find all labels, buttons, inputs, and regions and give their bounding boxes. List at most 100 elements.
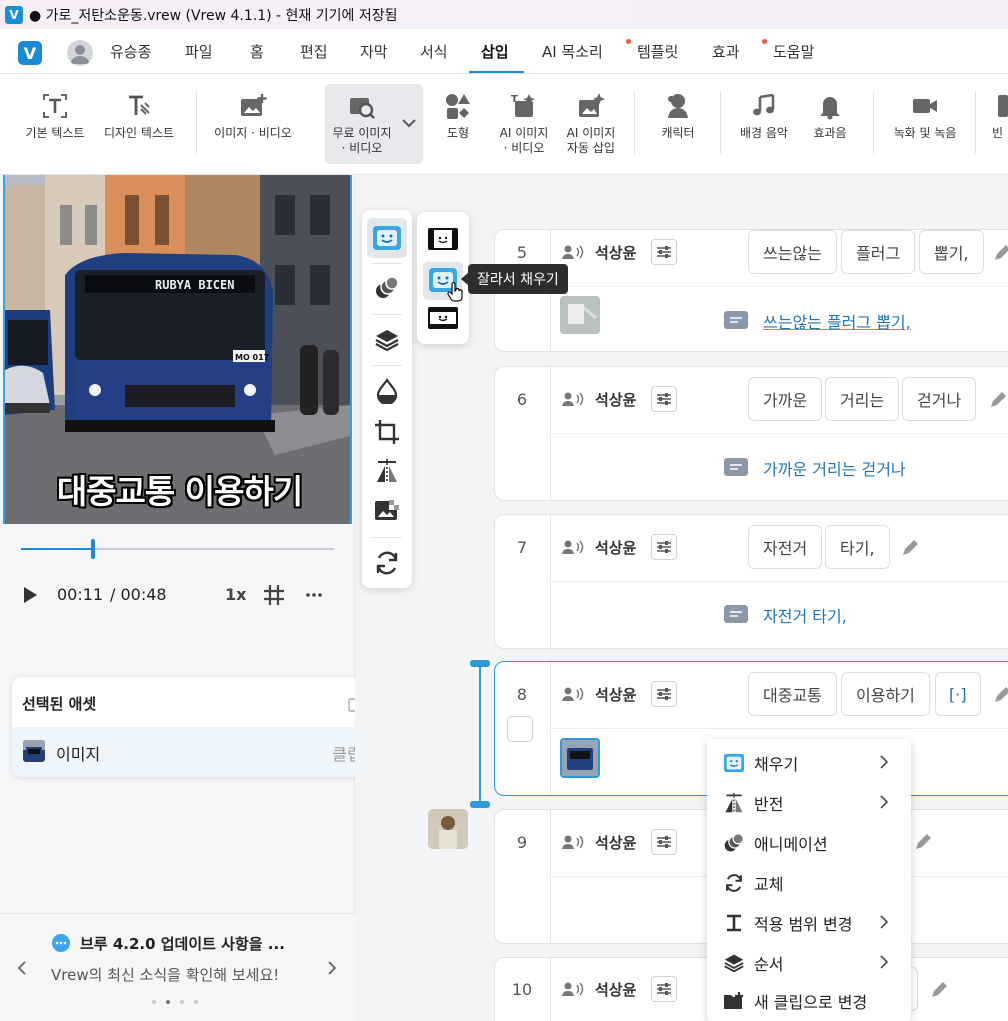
menu-item-fill[interactable]: 채우기 xyxy=(707,743,911,783)
animation-icon[interactable] xyxy=(374,275,400,301)
basic-text-button[interactable]: 기본 텍스트 xyxy=(18,74,92,175)
pencil-icon[interactable] xyxy=(900,538,920,558)
vrew-logo-icon[interactable]: V xyxy=(18,41,42,65)
speed-button[interactable]: 1x xyxy=(225,585,246,604)
speaker-name[interactable]: 석상윤 xyxy=(595,537,636,558)
layers-icon[interactable] xyxy=(374,328,400,352)
speaker-name[interactable]: 석상윤 xyxy=(595,832,636,853)
clip-checkbox[interactable] xyxy=(507,716,533,742)
pencil-icon[interactable] xyxy=(992,243,1008,263)
free-image-video-button[interactable]: 무료 이미지 · 비디오 xyxy=(325,74,399,175)
opacity-drop-icon[interactable] xyxy=(375,378,399,404)
word-chip[interactable]: 가까운 xyxy=(748,377,823,421)
shape-button[interactable]: 도형 xyxy=(430,74,486,175)
word-chip[interactable]: 타기, xyxy=(825,525,890,569)
speaker-name[interactable]: 석상윤 xyxy=(595,979,636,1000)
word-chip[interactable]: 플러그 xyxy=(841,230,916,274)
ai-image-auto-button[interactable]: AI 이미지 자동 삽입 xyxy=(560,74,622,175)
range-handle-bottom[interactable] xyxy=(470,801,490,808)
menu-item-new-clip[interactable]: 새 클립으로 변경 xyxy=(707,981,911,1021)
image-replace-icon[interactable] xyxy=(374,498,400,522)
news-banner[interactable]: 브루 4.2.0 업데이트 사항을 ... Vrew의 최신 소식을 확인해 보… xyxy=(0,913,355,1021)
crop-icon[interactable] xyxy=(374,419,400,445)
bgm-button[interactable]: 배경 음악 xyxy=(734,74,794,175)
video-preview[interactable]: RUBYA BICEN MO 017 대중교통 이용하기 xyxy=(3,175,352,524)
range-handle-top[interactable] xyxy=(470,660,490,667)
settings-sliders-icon[interactable] xyxy=(651,534,677,560)
play-icon[interactable] xyxy=(20,585,40,605)
word-chip[interactable]: 이용하기 xyxy=(841,672,930,716)
speaker-name[interactable]: 석상윤 xyxy=(595,389,636,410)
progress-handle[interactable] xyxy=(91,539,95,559)
caption-icon xyxy=(724,605,748,623)
more-options-icon[interactable] xyxy=(306,591,322,599)
image-video-button[interactable]: 이미지 · 비디오 xyxy=(205,74,301,175)
settings-sliders-icon[interactable] xyxy=(651,681,677,707)
menu-insert[interactable]: 삽입 xyxy=(481,41,509,62)
speaker-icon xyxy=(562,981,584,997)
word-chip[interactable]: 뽑기, xyxy=(919,230,984,274)
menu-file[interactable]: 파일 xyxy=(185,41,213,62)
menu-subtitle[interactable]: 자막 xyxy=(360,41,388,62)
menu-item-range[interactable]: 적용 범위 변경 xyxy=(707,903,911,943)
settings-sliders-icon[interactable] xyxy=(651,976,677,1002)
caption-text[interactable]: 자전거 타기, xyxy=(763,603,847,627)
pencil-icon[interactable] xyxy=(913,832,933,852)
menu-format[interactable]: 서식 xyxy=(420,41,448,62)
menu-item-animation[interactable]: 애니메이션 xyxy=(707,823,911,863)
pause-chip[interactable]: [·] xyxy=(935,672,981,716)
character-thumbnail[interactable] xyxy=(428,809,468,849)
menu-edit[interactable]: 편집 xyxy=(300,41,328,62)
menu-ai-voice[interactable]: AI 목소리 xyxy=(542,41,603,62)
ai-image-video-button[interactable]: T AI 이미지 · 비디오 xyxy=(492,74,556,175)
menu-effect[interactable]: 효과 xyxy=(712,41,740,62)
word-chip[interactable]: 자전거 xyxy=(748,525,823,569)
menu-help[interactable]: 도움말 xyxy=(773,41,814,62)
asset-row[interactable]: 이미지 클립 8 xyxy=(12,727,387,777)
sfx-button[interactable]: 효과음 xyxy=(800,74,860,175)
flip-icon[interactable] xyxy=(374,458,400,484)
menu-home[interactable]: 홈 xyxy=(250,41,264,62)
fit-letterbox-icon[interactable] xyxy=(428,228,458,250)
menu-item-flip[interactable]: 반전 xyxy=(707,783,911,823)
refresh-icon[interactable] xyxy=(374,550,400,576)
user-name[interactable]: 유승종 xyxy=(110,41,151,62)
word-chip[interactable]: 걷거나 xyxy=(902,377,977,421)
speaker-name[interactable]: 석상윤 xyxy=(595,684,636,705)
pencil-icon[interactable] xyxy=(929,980,949,1000)
fit-pillarbox-icon[interactable] xyxy=(428,307,458,329)
grid-icon[interactable] xyxy=(262,583,286,607)
caption-text[interactable]: 가까운 거리는 걷거나 xyxy=(763,456,906,480)
pencil-icon[interactable] xyxy=(988,390,1008,410)
record-button[interactable]: 녹화 및 녹음 xyxy=(888,74,962,175)
word-chip[interactable]: 쓰는않는 xyxy=(748,230,837,274)
more-tool-button[interactable]: 빈 xyxy=(992,74,1008,175)
bell-icon xyxy=(815,90,845,122)
clip-image-thumbnail-selected[interactable] xyxy=(560,738,600,778)
menu-template[interactable]: 템플릿 xyxy=(637,41,678,62)
design-text-button[interactable]: 디자인 텍스트 xyxy=(97,74,181,175)
svg-text:T: T xyxy=(511,94,518,105)
character-button[interactable]: 캐릭터 xyxy=(648,74,708,175)
menu-bar: V 유승종 파일 홈 편집 자막 서식 삽입 AI 목소리 템플릿 효과 도움말 xyxy=(0,29,1008,74)
word-chip[interactable]: 대중교통 xyxy=(748,672,837,716)
settings-sliders-icon[interactable] xyxy=(651,386,677,412)
clip-image-thumbnail[interactable] xyxy=(560,296,600,334)
menu-item-order[interactable]: 순서 xyxy=(707,943,911,983)
settings-sliders-icon[interactable] xyxy=(651,239,677,265)
speaker-name[interactable]: 석상윤 xyxy=(595,242,636,263)
word-chip[interactable]: 거리는 xyxy=(825,377,900,421)
menu-item-replace[interactable]: 교체 xyxy=(707,863,911,903)
text-icon xyxy=(40,90,70,122)
chevron-right-icon[interactable] xyxy=(326,961,338,975)
chevron-down-icon[interactable] xyxy=(400,114,418,132)
caption-text[interactable]: 쓰는않는 플러그 뽑기, xyxy=(763,309,911,333)
new-clip-icon xyxy=(723,990,745,1012)
title-bar: V ● 가로_저탄소운동.vrew (Vrew 4.1.1) - 현재 기기에 … xyxy=(0,0,1008,29)
speaker-icon xyxy=(562,244,584,260)
pencil-icon[interactable] xyxy=(992,685,1008,705)
settings-sliders-icon[interactable] xyxy=(651,829,677,855)
clip-number: 8 xyxy=(516,685,528,704)
avatar[interactable] xyxy=(67,40,93,66)
chevron-left-icon[interactable] xyxy=(16,961,28,975)
